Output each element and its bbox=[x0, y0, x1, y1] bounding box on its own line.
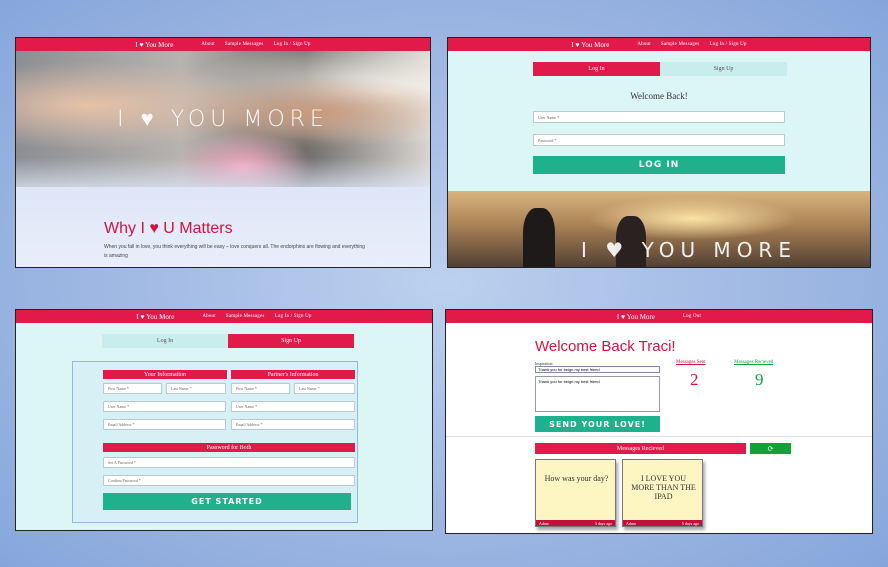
messages-received-count: 9 bbox=[755, 370, 764, 389]
card-text: How was your day? bbox=[544, 474, 609, 483]
partner-first-name-field[interactable]: First Name * bbox=[231, 383, 290, 394]
card-age: 5 days ago bbox=[681, 520, 699, 526]
nav-about-link[interactable]: About bbox=[201, 42, 215, 47]
nav-sample-messages-link[interactable]: Sample Messages bbox=[661, 42, 700, 47]
message-card[interactable]: I LOVE YOU MORE THAN THE IPAD Adam 5 day… bbox=[622, 459, 703, 527]
inspiration-select[interactable]: Thank you for beign my best friend bbox=[535, 366, 660, 373]
partner-email-field[interactable]: Email Address * bbox=[231, 419, 355, 430]
hero-title: I ♥ YOU MORE bbox=[581, 238, 797, 262]
your-email-field[interactable]: Email Address * bbox=[103, 419, 226, 430]
card-age: 3 days ago bbox=[594, 520, 612, 526]
message-textarea[interactable]: Thank you for beign my best friend bbox=[535, 376, 660, 412]
nav-login-signup-link[interactable]: Log In / Sign Up bbox=[710, 42, 747, 47]
nav-logout-link[interactable]: Log Out bbox=[683, 314, 701, 319]
refresh-icon: ⟳ bbox=[767, 445, 774, 453]
brand-logo[interactable]: I ♥ You More bbox=[617, 313, 655, 321]
inspiration-selected-value: Thank you for beign my best friend bbox=[538, 367, 600, 372]
nav-sample-messages-link[interactable]: Sample Messages bbox=[226, 314, 265, 319]
section-title: Why I ♥ U Matters bbox=[104, 220, 233, 237]
nav-about-link[interactable]: About bbox=[637, 42, 651, 47]
signup-screenshot: I ♥ You More About Sample Messages Log I… bbox=[15, 309, 433, 531]
nav-sample-messages-link[interactable]: Sample Messages bbox=[225, 42, 264, 47]
password-field[interactable]: Password * bbox=[533, 134, 785, 146]
nav-about-link[interactable]: About bbox=[202, 314, 216, 319]
brand-logo[interactable]: I ♥ You More bbox=[136, 313, 174, 321]
card-author: Adam bbox=[539, 520, 549, 526]
hero-title: I ♥ YOU MORE bbox=[117, 107, 329, 132]
partner-last-name-field[interactable]: Last Name * bbox=[294, 383, 355, 394]
your-username-field[interactable]: User Name * bbox=[103, 401, 226, 412]
nav-login-signup-link[interactable]: Log In / Sign Up bbox=[274, 42, 311, 47]
password-heading: Password for Both bbox=[103, 443, 355, 452]
top-nav: I ♥ You More About Sample Messages Log I… bbox=[16, 310, 432, 323]
top-nav: I ♥ You More Log Out bbox=[446, 310, 872, 323]
signup-form: Your Information Partner's Information F… bbox=[72, 361, 358, 523]
username-field[interactable]: User Name * bbox=[533, 111, 785, 123]
card-footer: Adam 5 days ago bbox=[623, 520, 702, 526]
nav-login-signup-link[interactable]: Log In / Sign Up bbox=[275, 314, 312, 319]
your-first-name-field[interactable]: First Name * bbox=[103, 383, 162, 394]
your-last-name-field[interactable]: Last Name * bbox=[166, 383, 226, 394]
get-started-button[interactable]: GET STARTED bbox=[103, 493, 351, 510]
partner-username-field[interactable]: User Name * bbox=[231, 401, 355, 412]
messages-received-label: Messages Recieved bbox=[734, 360, 774, 365]
messages-received-heading: Messages Recieved bbox=[535, 443, 746, 454]
tab-login[interactable]: Log In bbox=[102, 334, 228, 348]
messages-sent-count: 2 bbox=[690, 370, 699, 389]
top-nav: I ♥ You More About Sample Messages Log I… bbox=[16, 38, 430, 51]
send-love-button[interactable]: SEND YOUR LOVE! bbox=[535, 416, 660, 432]
set-password-field[interactable]: Set A Password * bbox=[103, 457, 355, 468]
card-author: Adam bbox=[626, 520, 636, 526]
brand-logo[interactable]: I ♥ You More bbox=[135, 41, 173, 49]
auth-tabs: Log In Sign Up bbox=[533, 62, 787, 76]
tab-signup[interactable]: Sign Up bbox=[660, 62, 787, 76]
dashboard-screenshot: I ♥ You More Log Out Welcome Back Traci!… bbox=[445, 309, 873, 534]
divider bbox=[446, 436, 872, 437]
auth-tabs: Log In Sign Up bbox=[102, 334, 354, 348]
welcome-heading: Welcome Back Traci! bbox=[535, 338, 676, 355]
login-screenshot: I ♥ You More About Sample Messages Log I… bbox=[447, 37, 871, 268]
card-footer: Adam 3 days ago bbox=[536, 520, 615, 526]
refresh-button[interactable]: ⟳ bbox=[750, 443, 791, 454]
landing-screenshot: I ♥ You More About Sample Messages Log I… bbox=[15, 37, 431, 268]
confirm-password-field[interactable]: Confirm Password * bbox=[103, 475, 355, 486]
section-text: When you fall in love, you think everyth… bbox=[104, 244, 365, 259]
top-nav: I ♥ You More About Sample Messages Log I… bbox=[448, 38, 870, 51]
partner-info-heading: Partner's Information bbox=[231, 370, 355, 379]
login-button[interactable]: LOG IN bbox=[533, 156, 785, 174]
your-info-heading: Your Information bbox=[103, 370, 227, 379]
tab-signup[interactable]: Sign Up bbox=[228, 334, 354, 348]
card-text: I LOVE YOU MORE THAN THE IPAD bbox=[631, 474, 696, 501]
brand-logo[interactable]: I ♥ You More bbox=[571, 41, 609, 49]
message-card[interactable]: How was your day? Adam 3 days ago bbox=[535, 459, 616, 527]
login-heading: Welcome Back! bbox=[630, 91, 688, 101]
messages-sent-label: Messages Sent bbox=[676, 360, 706, 365]
tab-login[interactable]: Log In bbox=[533, 62, 660, 76]
